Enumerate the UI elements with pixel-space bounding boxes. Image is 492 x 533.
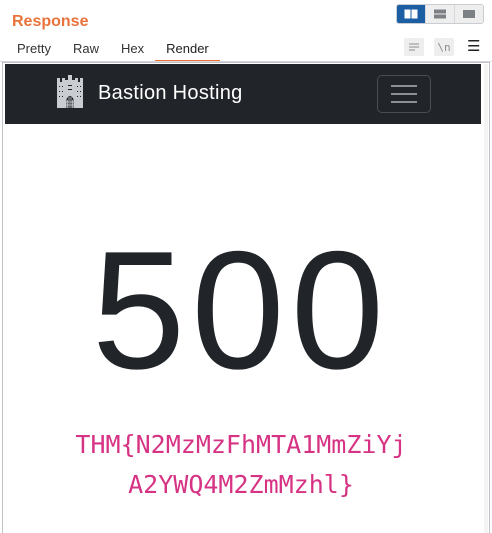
render-scrollbar[interactable] [484,64,488,533]
split-view-icon [404,9,418,19]
flag-text: THM{N2MzMzFhMTA1MmZiYj A2YWQ4M2ZmMzhl} [3,425,479,505]
toggler-bar [391,101,417,103]
panel-title: Response [12,13,89,30]
show-newlines-button[interactable]: \n [434,38,454,56]
error-code: 500 [91,216,391,404]
toggler-bar [391,85,417,87]
tab-hex[interactable]: Hex [110,38,155,60]
word-wrap-icon [409,43,419,51]
tab-raw[interactable]: Raw [62,38,110,60]
tab-pretty[interactable]: Pretty [6,38,62,60]
render-frame: Bastion Hosting 500 THM{N2MzMzFhMTA1MmZi… [2,62,490,533]
brand-name[interactable]: Bastion Hosting [98,82,243,105]
layout-toggle-group [396,4,484,24]
flag-line-2: A2YWQ4M2ZmMzhl} [128,470,354,499]
word-wrap-button[interactable] [404,38,424,56]
tab-render[interactable]: Render [155,38,220,62]
hamburger-menu-icon[interactable]: ☰ [467,38,480,56]
navbar-toggler-button[interactable] [377,75,431,113]
horizontal-view-icon [434,9,446,19]
single-view-button[interactable] [455,5,483,23]
site-navbar: Bastion Hosting [5,64,481,124]
toggler-bar [391,93,417,95]
response-panel: Response Pretty Raw Hex Render \n ☰ Bast… [0,0,492,533]
tab-toolbar: \n ☰ [404,38,480,56]
horizontal-view-button[interactable] [426,5,455,23]
castle-logo-icon[interactable] [55,74,85,110]
split-view-button[interactable] [397,5,426,23]
response-tabs: Pretty Raw Hex Render [6,38,220,62]
single-view-icon [463,10,475,18]
flag-line-1: THM{N2MzMzFhMTA1MmZiYj [75,430,407,459]
